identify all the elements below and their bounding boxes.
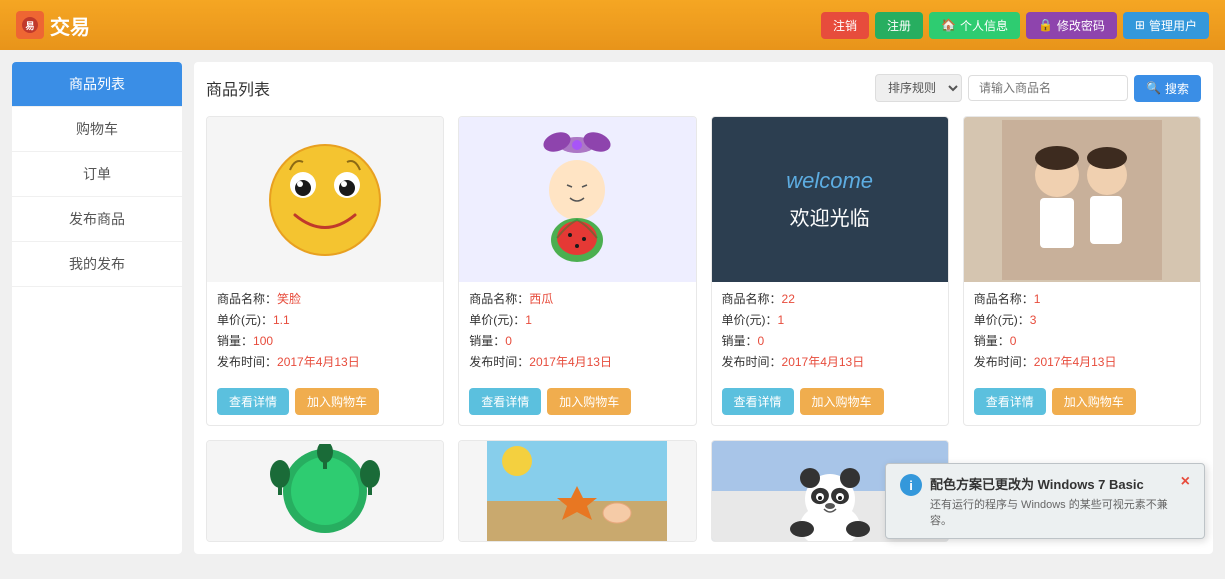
- detail-button-3[interactable]: 查看详情: [722, 388, 794, 415]
- content-title: 商品列表: [206, 76, 270, 100]
- product-date-label-1: 发布时间：2017年4月13日: [217, 353, 433, 371]
- product-info-1: 商品名称：笑脸 单价(元)：1.1 销量：100 发布时间：2017年4月13日: [207, 282, 443, 382]
- product-date-1: 2017年4月13日: [277, 355, 360, 369]
- sort-select[interactable]: 排序规则: [875, 74, 962, 102]
- register-button[interactable]: 注册: [875, 12, 923, 39]
- logo-text: 交易: [50, 11, 90, 40]
- product-price-label-1: 单价(元)：1.1: [217, 311, 433, 329]
- product-date-label-2: 发布时间：2017年4月13日: [469, 353, 685, 371]
- product-name-4: 1: [1034, 292, 1041, 306]
- sidebar-item-product-list[interactable]: 商品列表: [12, 62, 182, 107]
- cart-button-3[interactable]: 加入购物车: [800, 388, 884, 415]
- product-sales-3: 0: [758, 334, 765, 348]
- logo-icon: 易: [16, 11, 44, 39]
- manage-button[interactable]: ⊞ 管理用户: [1123, 12, 1209, 39]
- svg-text:易: 易: [25, 21, 34, 31]
- home-icon: 🏠: [941, 18, 956, 32]
- logout-button[interactable]: 注销: [821, 12, 869, 39]
- product-sales-label-1: 销量：100: [217, 332, 433, 350]
- product-name-label-1: 商品名称：笑脸: [217, 290, 433, 308]
- product-price-2: 1: [525, 313, 532, 327]
- product-date-label-4: 发布时间：2017年4月13日: [974, 353, 1190, 371]
- product-date-4: 2017年4月13日: [1034, 355, 1117, 369]
- toast-title: 配色方案已更改为 Windows 7 Basic: [930, 474, 1173, 493]
- product-image-6: [459, 441, 695, 541]
- product-name-label-4: 商品名称：1: [974, 290, 1190, 308]
- product-name-1: 笑脸: [277, 292, 301, 306]
- header: 易 交易 注销 注册 🏠 个人信息 🔒 修改密码 ⊞ 管理用户: [0, 0, 1225, 50]
- sidebar: 商品列表 购物车 订单 发布商品 我的发布: [12, 62, 182, 554]
- product-price-label-4: 单价(元)：3: [974, 311, 1190, 329]
- product-price-label-3: 单价(元)：1: [722, 311, 938, 329]
- product-image-3: welcome 欢迎光临: [712, 117, 948, 282]
- grid-icon: ⊞: [1135, 18, 1145, 32]
- product-price-4: 3: [1030, 313, 1037, 327]
- profile-button[interactable]: 🏠 个人信息: [929, 12, 1020, 39]
- welcome-board: welcome 欢迎光临: [712, 117, 948, 282]
- sidebar-item-cart[interactable]: 购物车: [12, 107, 182, 152]
- girls-placeholder: [964, 117, 1200, 282]
- product-price-3: 1: [778, 313, 785, 327]
- detail-button-4[interactable]: 查看详情: [974, 388, 1046, 415]
- product-actions-4: 查看详情 加入购物车: [964, 382, 1200, 425]
- product-sales-label-2: 销量：0: [469, 332, 685, 350]
- product-grid: 商品名称：笑脸 单价(元)：1.1 销量：100 发布时间：2017年4月13日…: [206, 116, 1201, 426]
- toast-subtitle: 还有运行的程序与 Windows 的某些可视元素不兼容。: [930, 496, 1173, 528]
- product-actions-1: 查看详情 加入购物车: [207, 382, 443, 425]
- product-sales-label-4: 销量：0: [974, 332, 1190, 350]
- product-card-1: 商品名称：笑脸 单价(元)：1.1 销量：100 发布时间：2017年4月13日…: [206, 116, 444, 426]
- product-price-label-2: 单价(元)：1: [469, 311, 685, 329]
- cart-button-1[interactable]: 加入购物车: [295, 388, 379, 415]
- product-name-label-2: 商品名称：西瓜: [469, 290, 685, 308]
- product-card-5: [206, 440, 444, 542]
- product-sales-4: 0: [1010, 334, 1017, 348]
- toast-content: 配色方案已更改为 Windows 7 Basic 还有运行的程序与 Window…: [930, 474, 1173, 528]
- sidebar-item-publish[interactable]: 发布商品: [12, 197, 182, 242]
- product-actions-3: 查看详情 加入购物车: [712, 382, 948, 425]
- product-card-2: 商品名称：西瓜 单价(元)：1 销量：0 发布时间：2017年4月13日 查看详…: [458, 116, 696, 426]
- product-name-label-3: 商品名称：22: [722, 290, 938, 308]
- product-image-1: [207, 117, 443, 282]
- product-card-4: 商品名称：1 单价(元)：3 销量：0 发布时间：2017年4月13日 查看详情…: [963, 116, 1201, 426]
- cart-button-2[interactable]: 加入购物车: [547, 388, 631, 415]
- product-image-5: [207, 441, 443, 541]
- product-actions-2: 查看详情 加入购物车: [459, 382, 695, 425]
- product-date-2: 2017年4月13日: [529, 355, 612, 369]
- product-price-1: 1.1: [273, 313, 290, 327]
- sidebar-item-order[interactable]: 订单: [12, 152, 182, 197]
- cart-button-4[interactable]: 加入购物车: [1052, 388, 1136, 415]
- search-input[interactable]: [968, 75, 1128, 101]
- search-icon: 🔍: [1146, 81, 1161, 95]
- detail-button-2[interactable]: 查看详情: [469, 388, 541, 415]
- logo: 易 交易: [16, 11, 90, 40]
- detail-button-1[interactable]: 查看详情: [217, 388, 289, 415]
- product-sales-1: 100: [253, 334, 273, 348]
- lock-icon: 🔒: [1038, 18, 1053, 32]
- sidebar-item-my-publish[interactable]: 我的发布: [12, 242, 182, 287]
- product-name-3: 22: [782, 292, 795, 306]
- content-header: 商品列表 排序规则 🔍 搜索: [206, 74, 1201, 102]
- product-name-2: 西瓜: [529, 292, 553, 306]
- product-sales-label-3: 销量：0: [722, 332, 938, 350]
- product-image-2: [459, 117, 695, 282]
- password-button[interactable]: 🔒 修改密码: [1026, 12, 1117, 39]
- product-date-3: 2017年4月13日: [782, 355, 865, 369]
- product-date-label-3: 发布时间：2017年4月13日: [722, 353, 938, 371]
- nav-buttons: 注销 注册 🏠 个人信息 🔒 修改密码 ⊞ 管理用户: [821, 12, 1209, 39]
- product-info-4: 商品名称：1 单价(元)：3 销量：0 发布时间：2017年4月13日: [964, 282, 1200, 382]
- product-image-4: [964, 117, 1200, 282]
- toast-info-icon: i: [900, 474, 922, 496]
- product-info-2: 商品名称：西瓜 单价(元)：1 销量：0 发布时间：2017年4月13日: [459, 282, 695, 382]
- product-card-6: [458, 440, 696, 542]
- product-sales-2: 0: [505, 334, 512, 348]
- toast-close-button[interactable]: ×: [1181, 474, 1190, 490]
- product-card-3: welcome 欢迎光临 商品名称：22 单价(元)：1 销量：0 发布时间：2…: [711, 116, 949, 426]
- product-info-3: 商品名称：22 单价(元)：1 销量：0 发布时间：2017年4月13日: [712, 282, 948, 382]
- notification-toast: i 配色方案已更改为 Windows 7 Basic 还有运行的程序与 Wind…: [885, 463, 1205, 539]
- search-area: 排序规则 🔍 搜索: [875, 74, 1201, 102]
- search-button[interactable]: 🔍 搜索: [1134, 75, 1201, 102]
